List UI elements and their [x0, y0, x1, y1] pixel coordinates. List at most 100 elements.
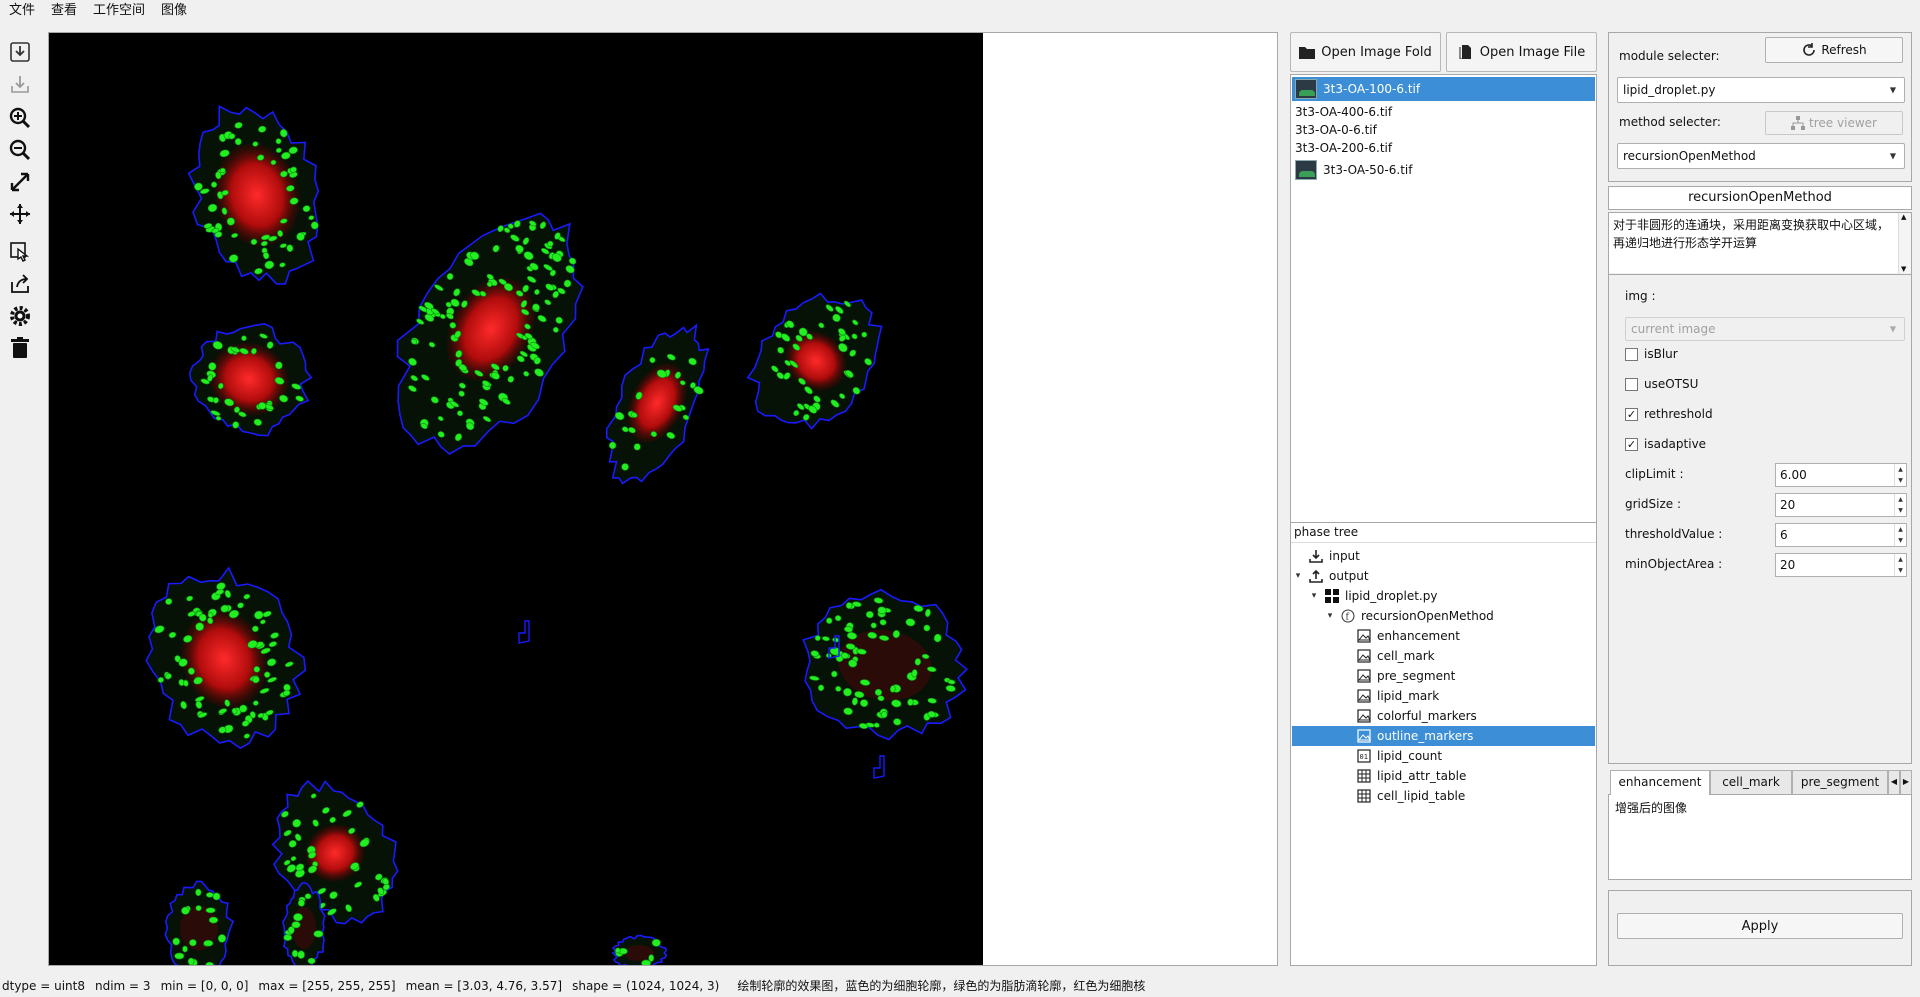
- isblur-checkbox[interactable]: isBlur: [1625, 347, 1678, 361]
- tree-node-cell-lipid-table[interactable]: cell_lipid_table: [1341, 786, 1465, 806]
- gridsize-spinbox[interactable]: 20 ▲ ▼: [1775, 493, 1907, 517]
- spin-down-icon: ▼: [1898, 507, 1903, 514]
- tab-cell-mark[interactable]: cell_mark: [1710, 770, 1792, 794]
- menu-workspace[interactable]: 工作空间: [84, 0, 152, 22]
- scroll-down-icon: ▼: [1901, 265, 1907, 273]
- chevron-down-icon: ▼: [1889, 151, 1896, 161]
- tree-node-outline-markers[interactable]: outline_markers: [1292, 726, 1595, 746]
- image-icon: [1357, 629, 1371, 643]
- table-icon: [1357, 769, 1371, 783]
- menu-image[interactable]: 图像: [152, 0, 194, 22]
- expand-arrow-icon[interactable]: ▾: [1293, 571, 1303, 581]
- tree-node-lipid-count[interactable]: 01 lipid_count: [1341, 746, 1442, 766]
- image-viewer[interactable]: [48, 32, 1278, 966]
- left-toolbar: [0, 30, 40, 360]
- isadaptive-checkbox[interactable]: ✓ isadaptive: [1625, 437, 1706, 451]
- tab-pre-segment[interactable]: pre_segment: [1792, 770, 1888, 794]
- settings-button[interactable]: [6, 302, 34, 330]
- image-file-list[interactable]: 3t3-OA-100-6.tif 3t3-OA-400-6.tif 3t3-OA…: [1290, 74, 1597, 551]
- spin-up-icon: ▲: [1898, 466, 1903, 473]
- hand-select-icon: [10, 242, 30, 262]
- cliplimit-spinbox[interactable]: 6.00 ▲ ▼: [1775, 463, 1907, 487]
- tree-node-input[interactable]: input: [1293, 546, 1360, 566]
- phase-tree[interactable]: phase tree input ▾ output ▾ lipid_droplet.py…: [1290, 522, 1597, 966]
- method-selecter-label: method selecter:: [1619, 115, 1721, 129]
- tree-node-lipid-droplet-py[interactable]: ▾ lipid_droplet.py: [1309, 586, 1437, 606]
- menu-view[interactable]: 查看: [42, 0, 84, 22]
- tree-node-lipid-attr-table[interactable]: lipid_attr_table: [1341, 766, 1466, 786]
- spin-arrows[interactable]: ▲ ▼: [1894, 554, 1906, 576]
- image-canvas[interactable]: [49, 33, 983, 965]
- expand-arrow-icon[interactable]: ▾: [1325, 611, 1335, 621]
- zoom-in-button[interactable]: [6, 104, 34, 132]
- tree-node-recursionopenmethod[interactable]: ▾ f recursionOpenMethod: [1325, 606, 1494, 626]
- apply-button[interactable]: Apply: [1617, 913, 1903, 939]
- module-icon: [1325, 589, 1339, 603]
- tree-node-lipid-mark[interactable]: lipid_mark: [1341, 686, 1439, 706]
- module-selector-panel: module selecter: Refresh lipid_droplet.p…: [1608, 32, 1912, 182]
- open-image-fold-button[interactable]: Open Image Fold: [1290, 32, 1441, 72]
- tree-node-cell-mark[interactable]: cell_mark: [1341, 646, 1435, 666]
- status-min: min = [0, 0, 0]: [160, 979, 249, 993]
- import-button[interactable]: [6, 38, 34, 66]
- folder-icon: [1299, 47, 1316, 59]
- spin-arrows[interactable]: ▲ ▼: [1894, 464, 1906, 486]
- move-button[interactable]: [6, 200, 34, 228]
- tree-node-colorful-markers[interactable]: colorful_markers: [1341, 706, 1477, 726]
- tree-node-pre-segment[interactable]: pre_segment: [1341, 666, 1455, 686]
- img-label: img :: [1625, 289, 1656, 303]
- method-select[interactable]: recursionOpenMethod ▼: [1617, 143, 1905, 169]
- open-image-file-button[interactable]: Open Image File: [1446, 32, 1597, 72]
- tree-node-output[interactable]: ▾ output: [1293, 566, 1369, 586]
- cell: [282, 882, 326, 965]
- thresholdvalue-spinbox[interactable]: 6 ▲ ▼: [1775, 523, 1907, 547]
- cell: [164, 880, 235, 965]
- cell: [187, 105, 320, 285]
- tree-node-label: outline_markers: [1377, 729, 1474, 743]
- minobjectarea-spinbox[interactable]: 20 ▲ ▼: [1775, 553, 1907, 577]
- svg-text:f: f: [1346, 613, 1350, 623]
- file-item[interactable]: 3t3-OA-400-6.tif: [1292, 103, 1595, 120]
- delete-button[interactable]: [6, 334, 34, 362]
- tab-enhancement[interactable]: enhancement: [1610, 770, 1710, 795]
- tab-scroll-left-icon[interactable]: ◀: [1888, 770, 1900, 794]
- zoom-out-button[interactable]: [6, 136, 34, 164]
- tree-node-label: input: [1329, 549, 1360, 563]
- menu-file[interactable]: 文件: [0, 0, 42, 22]
- method-panel: module selecter: Refresh lipid_droplet.p…: [1608, 32, 1912, 966]
- tree-node-label: lipid_count: [1377, 749, 1443, 763]
- tab-scroll-right-icon[interactable]: ▶: [1900, 770, 1912, 794]
- spin-arrows[interactable]: ▲ ▼: [1894, 494, 1906, 516]
- refresh-button[interactable]: Refresh: [1765, 37, 1903, 63]
- cliplimit-label: clipLimit :: [1625, 467, 1684, 481]
- image-icon: [1357, 649, 1371, 663]
- cell: [271, 780, 399, 925]
- trash-icon: [11, 337, 29, 358]
- useotsu-checkbox[interactable]: useOTSU: [1625, 377, 1698, 391]
- rethreshold-checkbox[interactable]: ✓ rethreshold: [1625, 407, 1713, 421]
- tree-viewer-button[interactable]: tree viewer: [1765, 111, 1903, 135]
- file-item[interactable]: 3t3-OA-200-6.tif: [1292, 139, 1595, 156]
- hand-select-button[interactable]: [6, 238, 34, 266]
- menu-bar: 文件 查看 工作空间 图像: [0, 0, 1920, 22]
- status-ndim: ndim = 3: [95, 979, 151, 993]
- module-select[interactable]: lipid_droplet.py ▼: [1617, 77, 1905, 103]
- img-select[interactable]: current image ▼: [1625, 317, 1905, 341]
- tree-node-label: cell_mark: [1377, 649, 1435, 663]
- file-item[interactable]: 3t3-OA-50-6.tif: [1292, 158, 1595, 182]
- apply-panel: Apply: [1608, 890, 1912, 966]
- status-bar: dtype = uint8 ndim = 3 min = [0, 0, 0] m…: [0, 976, 1920, 997]
- spin-arrows[interactable]: ▲ ▼: [1894, 524, 1906, 546]
- status-shape: shape = (1024, 1024, 3): [572, 979, 720, 993]
- chevron-down-icon: ▼: [1889, 324, 1896, 334]
- expand-arrow-icon[interactable]: ▾: [1309, 591, 1319, 601]
- file-item[interactable]: 3t3-OA-0-6.tif: [1292, 121, 1595, 138]
- share-button[interactable]: [6, 270, 34, 298]
- fit-view-button[interactable]: [6, 168, 34, 196]
- tree-node-label: pre_segment: [1377, 669, 1456, 683]
- description-scrollbar[interactable]: ▲ ▼: [1899, 213, 1911, 273]
- tree-node-enhancement[interactable]: enhancement: [1341, 626, 1460, 646]
- export-button[interactable]: [6, 70, 34, 98]
- file-item[interactable]: 3t3-OA-100-6.tif: [1292, 77, 1595, 101]
- minobjectarea-label: minObjectArea :: [1625, 557, 1723, 571]
